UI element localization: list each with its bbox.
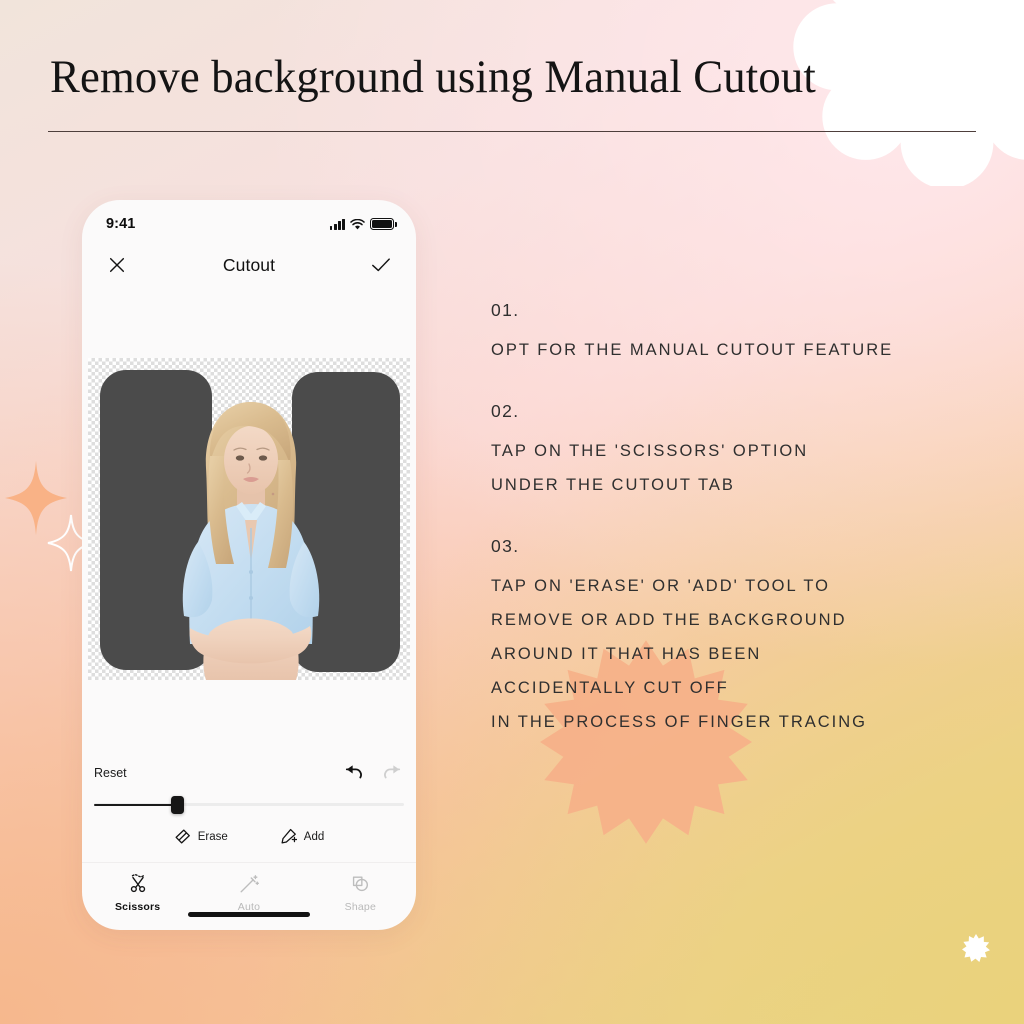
reset-row: Reset — [82, 753, 416, 793]
step-number: 01. — [491, 300, 520, 320]
step-line: UNDER THE CUTOUT TAB — [491, 476, 735, 494]
step-line: IN THE PROCESS OF FINGER TRACING — [491, 713, 868, 731]
home-indicator — [188, 912, 310, 917]
wifi-icon — [350, 218, 365, 229]
status-bar: 9:41 — [82, 200, 416, 242]
status-icons — [329, 218, 397, 230]
poster-canvas: Remove background using Manual Cutout 9:… — [0, 0, 1024, 1024]
sparkle-icon — [5, 460, 67, 536]
page-title: Remove background using Manual Cutout — [50, 51, 816, 103]
step-line: TAP ON 'ERASE' OR 'ADD' TOOL TO — [491, 577, 830, 595]
history-buttons — [344, 764, 402, 782]
instruction-step: 01. OPT FOR THE MANUAL CUTOUT FEATURE — [491, 300, 991, 367]
eraser-icon — [175, 829, 190, 844]
title-divider — [48, 131, 976, 132]
starburst-dot-shape — [962, 934, 990, 962]
tab-scissors[interactable]: Scissors — [82, 873, 193, 913]
step-line: TAP ON THE 'SCISSORS' OPTION — [491, 442, 809, 460]
cellular-signal-icon — [329, 218, 345, 230]
tool-row: Erase Add — [82, 820, 416, 845]
status-time: 9:41 — [106, 216, 136, 232]
confirm-button[interactable] — [370, 254, 392, 276]
step-line: AROUND IT THAT HAS BEEN — [491, 645, 762, 663]
magic-wand-icon — [240, 875, 260, 893]
add-tool-label: Add — [303, 830, 325, 843]
redo-arrow-icon — [384, 765, 401, 779]
pencil-plus-icon — [281, 828, 297, 844]
tab-auto[interactable]: Auto — [193, 873, 304, 913]
close-icon — [109, 257, 125, 273]
battery-full-icon — [370, 218, 397, 230]
step-line: OPT FOR THE MANUAL CUTOUT FEATURE — [491, 341, 894, 359]
scissors-icon — [130, 874, 145, 893]
tab-shape[interactable]: Shape — [305, 873, 416, 913]
add-tool-button[interactable]: Add — [280, 828, 324, 845]
tab-shape-label: Shape — [344, 901, 376, 913]
cutout-canvas[interactable] — [88, 358, 410, 680]
editor-tab-bar: Scissors Auto Shape — [82, 863, 416, 913]
shapes-icon — [353, 876, 369, 892]
step-number: 02. — [491, 401, 520, 421]
reset-button[interactable]: Reset — [94, 766, 127, 780]
step-line: REMOVE OR ADD THE BACKGROUND — [491, 611, 847, 629]
brush-size-slider[interactable] — [94, 792, 404, 818]
instruction-step: 02. TAP ON THE 'SCISSORS' OPTION UNDER T… — [491, 401, 991, 502]
close-button[interactable] — [106, 254, 128, 276]
editor-nav-bar: Cutout — [82, 242, 416, 288]
undo-arrow-icon[interactable] — [344, 764, 364, 782]
slider-thumb[interactable] — [171, 796, 185, 814]
erase-tool-button[interactable]: Erase — [174, 828, 228, 845]
phone-mockup: 9:41 Cutout Reset Erase Add Scissors Aut… — [82, 200, 416, 930]
erase-tool-label: Erase — [197, 830, 228, 843]
tab-scissors-label: Scissors — [114, 901, 161, 913]
editor-title: Cutout — [222, 254, 276, 275]
slider-fill — [94, 803, 178, 806]
subject-photo — [182, 402, 320, 680]
instruction-step: 03. TAP ON 'ERASE' OR 'ADD' TOOL TO REMO… — [491, 536, 991, 739]
step-number: 03. — [491, 536, 520, 556]
step-line: ACCIDENTALLY CUT OFF — [491, 679, 729, 697]
instruction-list: 01. OPT FOR THE MANUAL CUTOUT FEATURE 02… — [491, 300, 991, 739]
checkmark-icon — [372, 258, 390, 272]
